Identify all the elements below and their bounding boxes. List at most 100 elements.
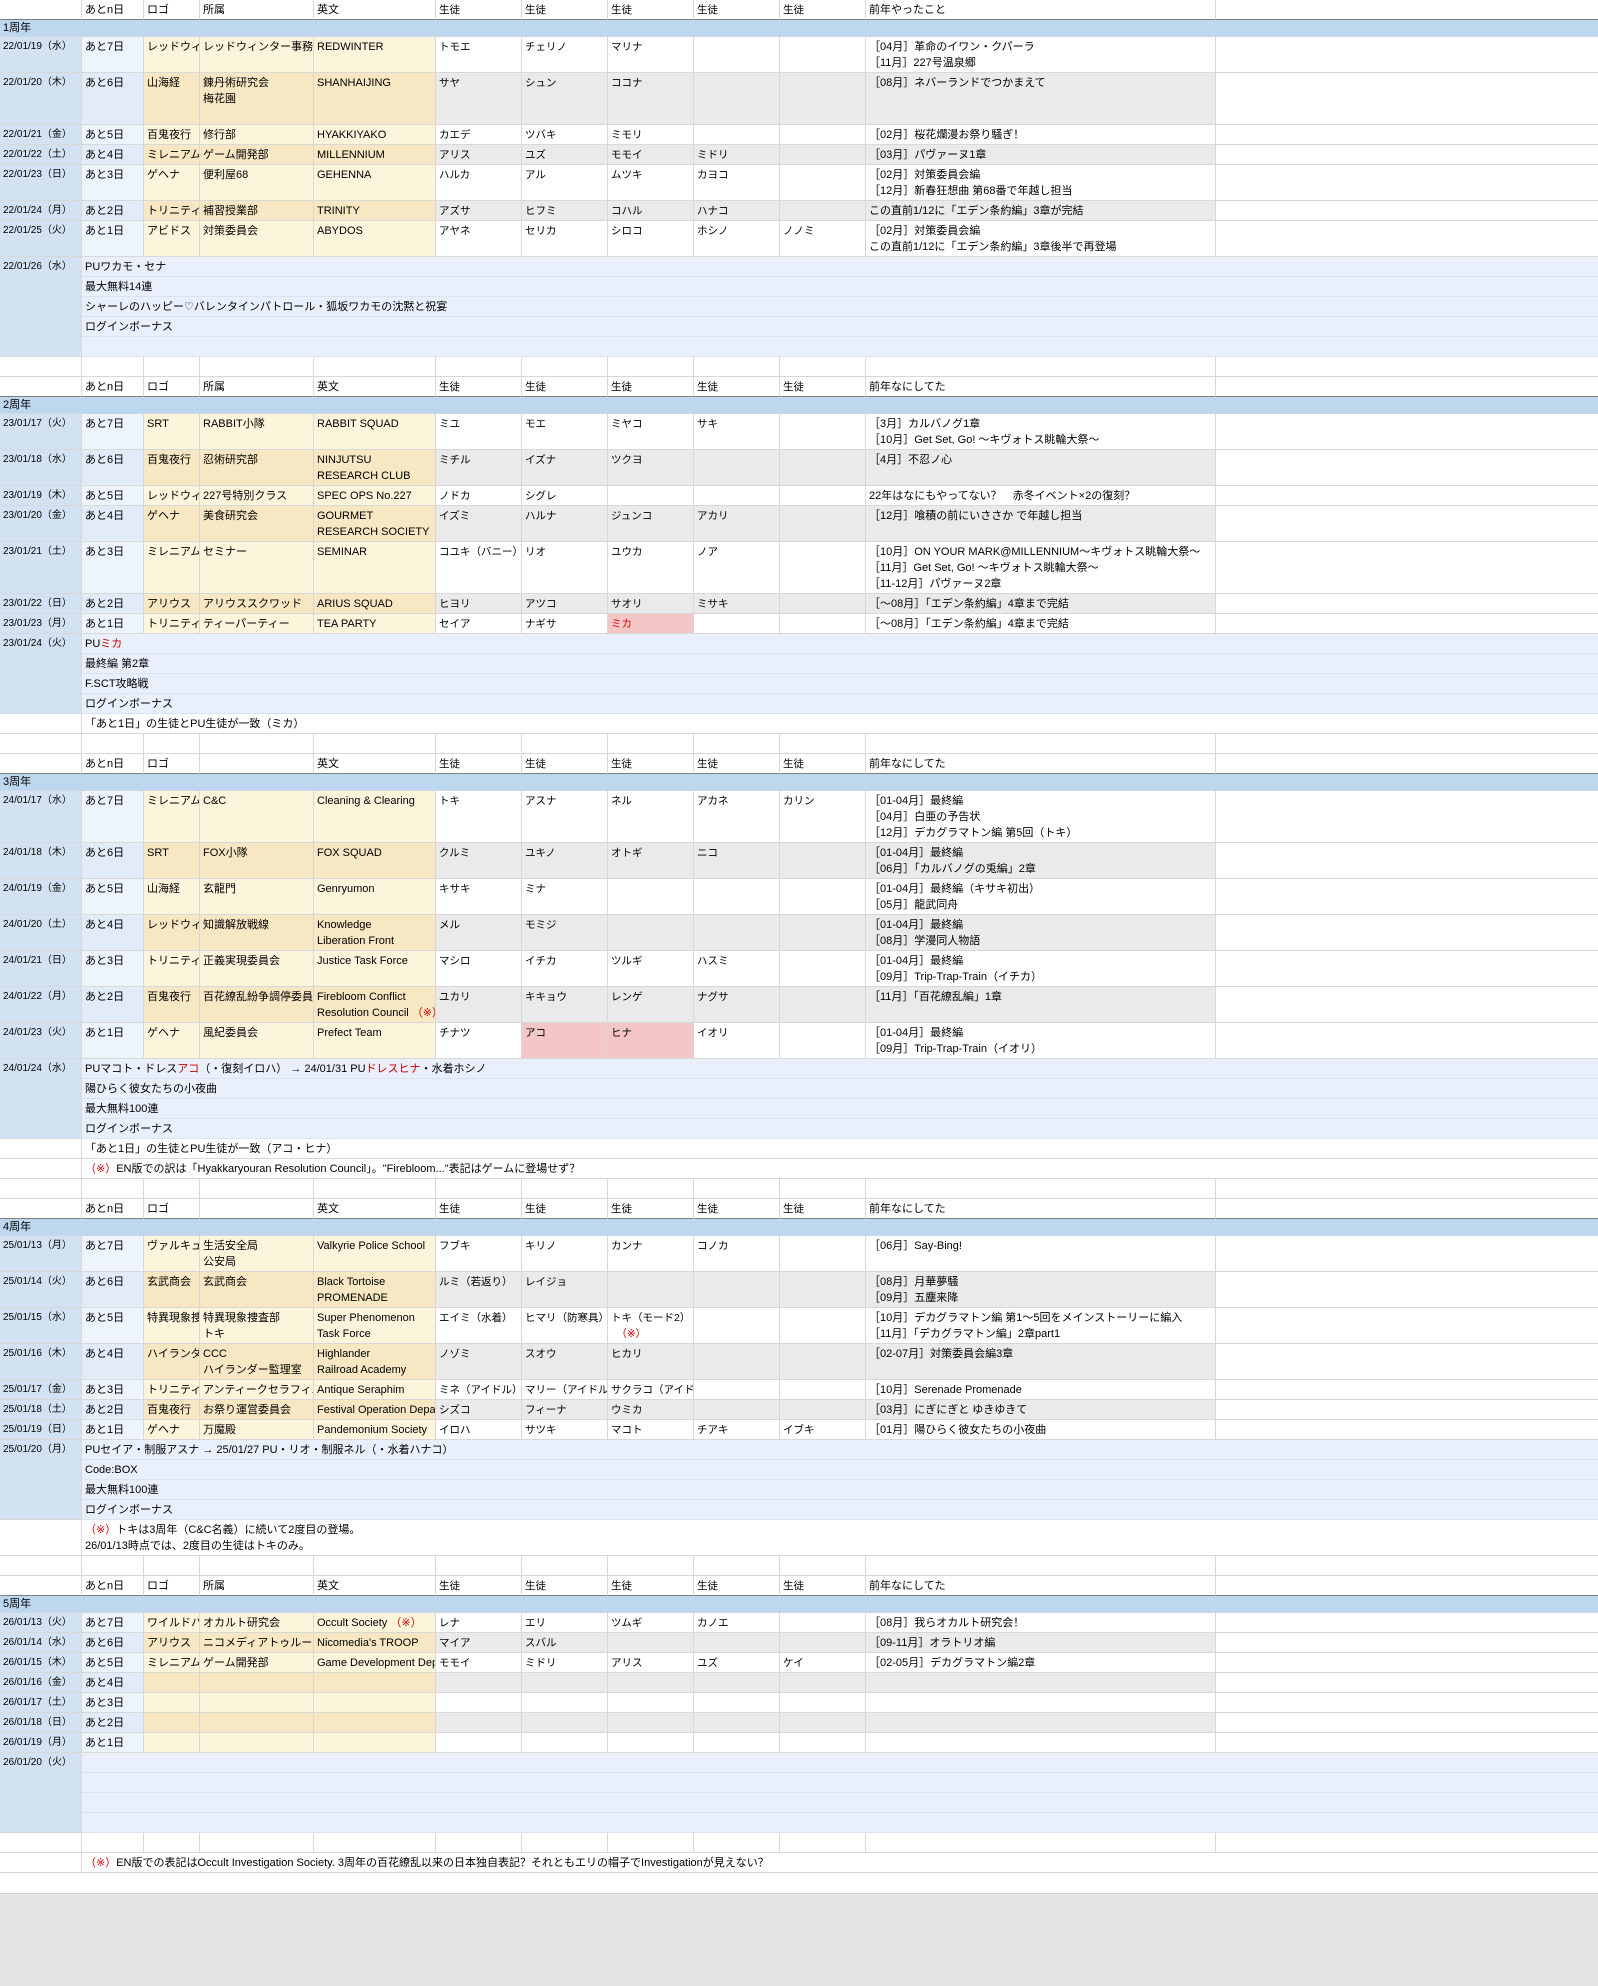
cell-student[interactable]: [780, 1179, 866, 1199]
cell-date[interactable]: [0, 714, 82, 734]
cell-student[interactable]: ユカリ: [436, 987, 522, 1023]
cell-logo[interactable]: トリニティ: [144, 951, 200, 987]
cell-logo[interactable]: ゲヘナ: [144, 1420, 200, 1440]
cell-student[interactable]: [436, 1693, 522, 1713]
cell-student[interactable]: イチカ: [522, 951, 608, 987]
cell-student[interactable]: モモイ: [436, 1653, 522, 1673]
cell-date[interactable]: 23/01/22（日）: [0, 594, 82, 614]
cell-filler[interactable]: [1216, 594, 1598, 614]
cell-student[interactable]: レイジョ: [522, 1272, 608, 1308]
cell-student[interactable]: ミネ（アイドル）: [436, 1380, 522, 1400]
cell-prev-year[interactable]: [866, 1833, 1216, 1853]
cell-days[interactable]: あと2日: [82, 1400, 144, 1420]
cell-affiliation[interactable]: 修行部: [200, 125, 314, 145]
cell-date[interactable]: [0, 1853, 82, 1873]
cell-filler[interactable]: [1216, 1344, 1598, 1380]
cell-student[interactable]: [694, 734, 780, 754]
cell-student[interactable]: [780, 614, 866, 634]
cell-student[interactable]: [608, 1833, 694, 1853]
cell-student[interactable]: ユズ: [694, 1653, 780, 1673]
cell-date[interactable]: 23/01/24（火）: [0, 634, 82, 714]
cell-student[interactable]: [694, 614, 780, 634]
cell-student[interactable]: アリス: [436, 145, 522, 165]
header-cell-logo[interactable]: ロゴ: [144, 1199, 200, 1219]
cell-student[interactable]: [780, 450, 866, 486]
cell-date[interactable]: [0, 1139, 82, 1159]
cell-days[interactable]: あと5日: [82, 125, 144, 145]
cell-student[interactable]: [522, 1693, 608, 1713]
header-cell-affiliation[interactable]: [200, 1199, 314, 1219]
header-cell-days[interactable]: あとn日: [82, 377, 144, 397]
cell-student[interactable]: [436, 1179, 522, 1199]
cell-student[interactable]: [780, 1272, 866, 1308]
cell-student[interactable]: [436, 357, 522, 377]
cell-student[interactable]: ヒカリ: [608, 1344, 694, 1380]
header-cell-prev-year[interactable]: 前年なにしてた: [866, 754, 1216, 774]
cell-student[interactable]: [694, 1673, 780, 1693]
header-cell-english[interactable]: 英文: [314, 1199, 436, 1219]
cell-logo[interactable]: トリニティ: [144, 201, 200, 221]
cell-date[interactable]: 26/01/14（水）: [0, 1633, 82, 1653]
cell-date[interactable]: 25/01/14（火）: [0, 1272, 82, 1308]
cell-affiliation[interactable]: [200, 734, 314, 754]
cell-date[interactable]: [0, 1833, 82, 1853]
cell-student[interactable]: [780, 1308, 866, 1344]
cell-logo[interactable]: ミレニアム: [144, 145, 200, 165]
cell-affiliation[interactable]: 知識解放戦線: [200, 915, 314, 951]
cell-student[interactable]: イオリ: [694, 1023, 780, 1059]
cell-student[interactable]: シグレ: [522, 486, 608, 506]
cell-student[interactable]: [694, 1733, 780, 1753]
header-cell-days[interactable]: あとn日: [82, 754, 144, 774]
cell-prev-year[interactable]: ［01-04月］最終編［06月］「カルバノグの兎編」2章: [866, 843, 1216, 879]
cell-student[interactable]: サオリ: [608, 594, 694, 614]
cell-student[interactable]: [694, 1633, 780, 1653]
cell-english[interactable]: ABYDOS: [314, 221, 436, 257]
cell-student[interactable]: ノノミ: [780, 221, 866, 257]
cell-prev-year[interactable]: [866, 1556, 1216, 1576]
cell-student[interactable]: トキ: [436, 791, 522, 843]
cell-student[interactable]: カヨコ: [694, 165, 780, 201]
header-cell-student[interactable]: 生徒: [694, 377, 780, 397]
section-title[interactable]: 4周年: [0, 1219, 1598, 1236]
header-cell-student[interactable]: 生徒: [608, 1576, 694, 1596]
cell-date[interactable]: 23/01/18（水）: [0, 450, 82, 486]
cell-student[interactable]: [780, 1236, 866, 1272]
cell-student[interactable]: ツクヨ: [608, 450, 694, 486]
header-cell-student[interactable]: 生徒: [694, 1199, 780, 1219]
cell-date[interactable]: 23/01/20（金）: [0, 506, 82, 542]
section-title[interactable]: 5周年: [0, 1596, 1598, 1613]
header-cell-corner[interactable]: [0, 377, 82, 397]
header-cell-student[interactable]: 生徒: [780, 0, 866, 20]
cell-student[interactable]: [780, 486, 866, 506]
cell-logo[interactable]: アビドス: [144, 221, 200, 257]
cell-prev-year[interactable]: ［10月］デカグラマトン編 第1～5回をメインストーリーに編入［11月］「デカグ…: [866, 1308, 1216, 1344]
cell-prev-year[interactable]: [866, 1693, 1216, 1713]
cell-filler[interactable]: [1216, 1420, 1598, 1440]
cell-student[interactable]: [608, 915, 694, 951]
cell-english[interactable]: Game Development Department: [314, 1653, 436, 1673]
header-cell-student[interactable]: 生徒: [780, 754, 866, 774]
cell-english[interactable]: Occult Society （※）: [314, 1613, 436, 1633]
cell-student[interactable]: [780, 414, 866, 450]
cell-filler[interactable]: [1216, 1556, 1598, 1576]
cell-affiliation[interactable]: [200, 1693, 314, 1713]
header-cell-prev-year[interactable]: 前年なにしてた: [866, 377, 1216, 397]
cell-student[interactable]: ルミ（若返り）: [436, 1272, 522, 1308]
cell-student[interactable]: [780, 1733, 866, 1753]
cell-date[interactable]: 24/01/19（金）: [0, 879, 82, 915]
cell-date[interactable]: 26/01/20（火）: [0, 1753, 82, 1833]
cell-student[interactable]: [780, 1400, 866, 1420]
cell-days[interactable]: あと6日: [82, 1272, 144, 1308]
pickup-line[interactable]: 陽ひらく彼女たちの小夜曲: [82, 1079, 1598, 1099]
cell-student[interactable]: ツバキ: [522, 125, 608, 145]
cell-date[interactable]: 26/01/19（月）: [0, 1733, 82, 1753]
cell-student[interactable]: [780, 734, 866, 754]
cell-days[interactable]: あと4日: [82, 915, 144, 951]
cell-affiliation[interactable]: 玄龍門: [200, 879, 314, 915]
cell-filler[interactable]: [1216, 791, 1598, 843]
cell-affiliation[interactable]: アンティークセラフィム: [200, 1380, 314, 1400]
cell-student[interactable]: ツムギ: [608, 1613, 694, 1633]
header-cell-student[interactable]: 生徒: [436, 1576, 522, 1596]
section-title[interactable]: 3周年: [0, 774, 1598, 791]
cell-student[interactable]: [522, 357, 608, 377]
